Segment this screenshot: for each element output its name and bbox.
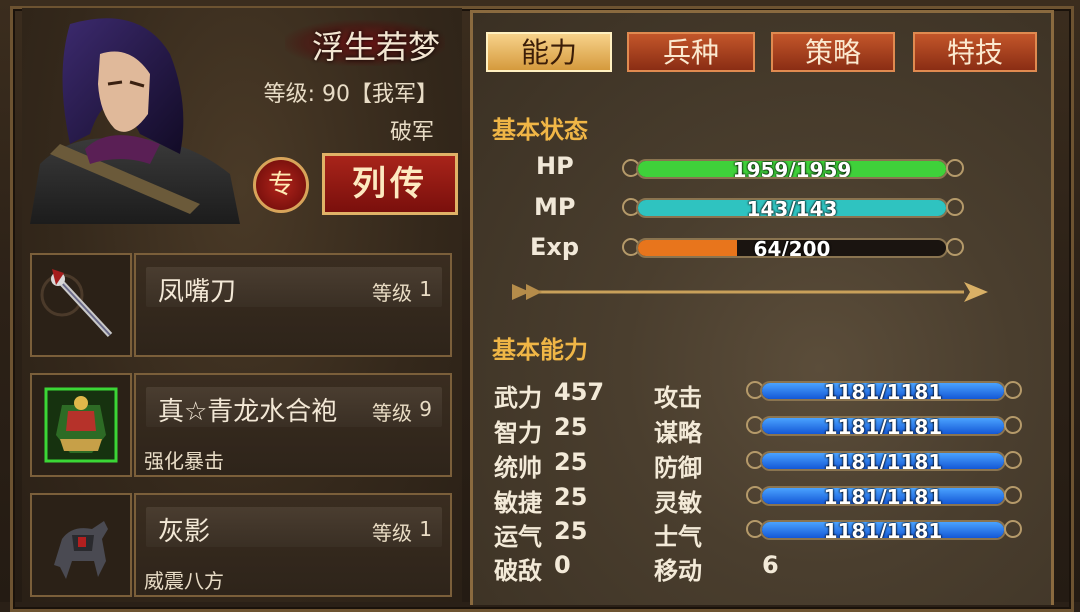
attr-label-agility: 敏捷 xyxy=(494,489,542,517)
attr-label-luck: 运气 xyxy=(494,523,542,551)
morale-value: 1181/1181 xyxy=(823,520,943,540)
tab-troop[interactable]: 兵种 xyxy=(627,32,755,72)
defense-value: 1181/1181 xyxy=(823,451,943,471)
armor-effect: 强化暴击 xyxy=(144,449,224,473)
armor-level-label: 等级 xyxy=(372,401,412,425)
morale-bar-cap-right xyxy=(1004,520,1022,538)
mp-bar: 143/143 xyxy=(636,198,948,218)
attr-label-dexterity: 灵敏 xyxy=(654,489,702,517)
attr-label-defense: 防御 xyxy=(654,454,702,482)
attr-value-command: 25 xyxy=(554,448,588,476)
hp-bar: 1959/1959 xyxy=(636,159,948,179)
attr-label-break: 破敌 xyxy=(494,557,542,585)
attack-bar-cap-right xyxy=(1004,381,1022,399)
spear-icon xyxy=(40,269,113,338)
dexterity-value: 1181/1181 xyxy=(823,486,943,506)
mount-name-bar: 灰影 等级 1 xyxy=(146,507,442,547)
dexterity-bar: 1181/1181 xyxy=(760,486,1006,506)
dexterity-bar-cap-right xyxy=(1004,486,1022,504)
attr-value-intelligence: 25 xyxy=(554,413,588,441)
mp-bar-cap-right xyxy=(946,198,964,216)
weapon-level: 1 xyxy=(419,277,432,301)
equipment-slot-mount[interactable]: 灰影 等级 1 威震八方 xyxy=(30,493,452,597)
stats-panel xyxy=(470,10,1054,605)
attack-bar: 1181/1181 xyxy=(760,381,1006,401)
basic-status-title: 基本状态 xyxy=(492,116,588,144)
basic-ability-title: 基本能力 xyxy=(492,336,588,364)
tactics-bar-cap-right xyxy=(1004,416,1022,434)
weapon-info: 凤嘴刀 等级 1 xyxy=(134,253,452,357)
mount-icon-box[interactable] xyxy=(30,493,132,597)
defense-bar-cap-right xyxy=(1004,451,1022,469)
mount-level-label: 等级 xyxy=(372,521,412,545)
attr-value-move: 6 xyxy=(762,551,779,579)
attr-label-intelligence: 智力 xyxy=(494,419,542,447)
exp-value: 64/200 xyxy=(753,238,831,258)
equipment-slot-weapon[interactable]: 凤嘴刀 等级 1 xyxy=(30,253,452,357)
attr-label-strength: 武力 xyxy=(494,384,542,412)
hero-level: 等级: 90【我军】 xyxy=(263,82,438,107)
tab-skill[interactable]: 特技 xyxy=(913,32,1037,72)
mount-info: 灰影 等级 1 威震八方 xyxy=(134,493,452,597)
weapon-name-bar: 凤嘴刀 等级 1 xyxy=(146,267,442,307)
hp-value: 1959/1959 xyxy=(732,159,852,179)
armor-name-bar: 真☆青龙水合袍 等级 9 xyxy=(146,387,442,427)
exp-label: Exp xyxy=(530,233,580,261)
arrow-divider-icon xyxy=(512,282,988,302)
attr-value-luck: 25 xyxy=(554,517,588,545)
defense-bar: 1181/1181 xyxy=(760,451,1006,471)
tactics-bar: 1181/1181 xyxy=(760,416,1006,436)
exp-bar-cap-right xyxy=(946,238,964,256)
attr-value-strength: 457 xyxy=(554,378,605,406)
hero-faction: 破军 xyxy=(389,120,434,145)
weapon-icon-box[interactable] xyxy=(30,253,132,357)
hero-portrait xyxy=(30,14,240,224)
armor-icon-box[interactable] xyxy=(30,373,132,477)
mp-label: MP xyxy=(534,193,576,221)
equipment-slot-armor[interactable]: 真☆青龙水合袍 等级 9 强化暴击 xyxy=(30,373,452,477)
hp-bar-cap-right xyxy=(946,159,964,177)
tab-strategy[interactable]: 策略 xyxy=(771,32,895,72)
tactics-value: 1181/1181 xyxy=(823,416,943,436)
hp-label: HP xyxy=(536,152,574,180)
armor-name: 真☆青龙水合袍 xyxy=(158,397,338,427)
morale-bar: 1181/1181 xyxy=(760,520,1006,540)
armor-info: 真☆青龙水合袍 等级 9 强化暴击 xyxy=(134,373,452,477)
biography-button[interactable]: 列传 xyxy=(322,153,458,215)
armor-icon xyxy=(44,387,118,463)
tab-ability[interactable]: 能力 xyxy=(486,32,612,72)
mount-name: 灰影 xyxy=(158,517,211,547)
armor-level: 9 xyxy=(419,397,432,421)
mp-value: 143/143 xyxy=(746,198,838,218)
mount-effect: 威震八方 xyxy=(144,569,224,593)
horse-icon xyxy=(54,521,108,579)
weapon-level-label: 等级 xyxy=(372,281,412,305)
attr-label-tactics: 谋略 xyxy=(654,419,702,447)
exp-bar: 64/200 xyxy=(636,238,948,258)
attr-label-attack: 攻击 xyxy=(654,384,702,412)
attr-label-move: 移动 xyxy=(654,557,702,585)
mount-level: 1 xyxy=(419,517,432,541)
attr-label-command: 统帅 xyxy=(494,454,542,482)
weapon-name: 凤嘴刀 xyxy=(158,277,237,307)
hero-name: 浮生若梦 xyxy=(311,28,440,66)
specialty-button[interactable]: 专 xyxy=(253,157,309,213)
attr-label-morale: 士气 xyxy=(654,523,702,551)
attr-value-agility: 25 xyxy=(554,483,588,511)
attr-value-break: 0 xyxy=(554,551,571,579)
attack-value: 1181/1181 xyxy=(823,381,943,401)
